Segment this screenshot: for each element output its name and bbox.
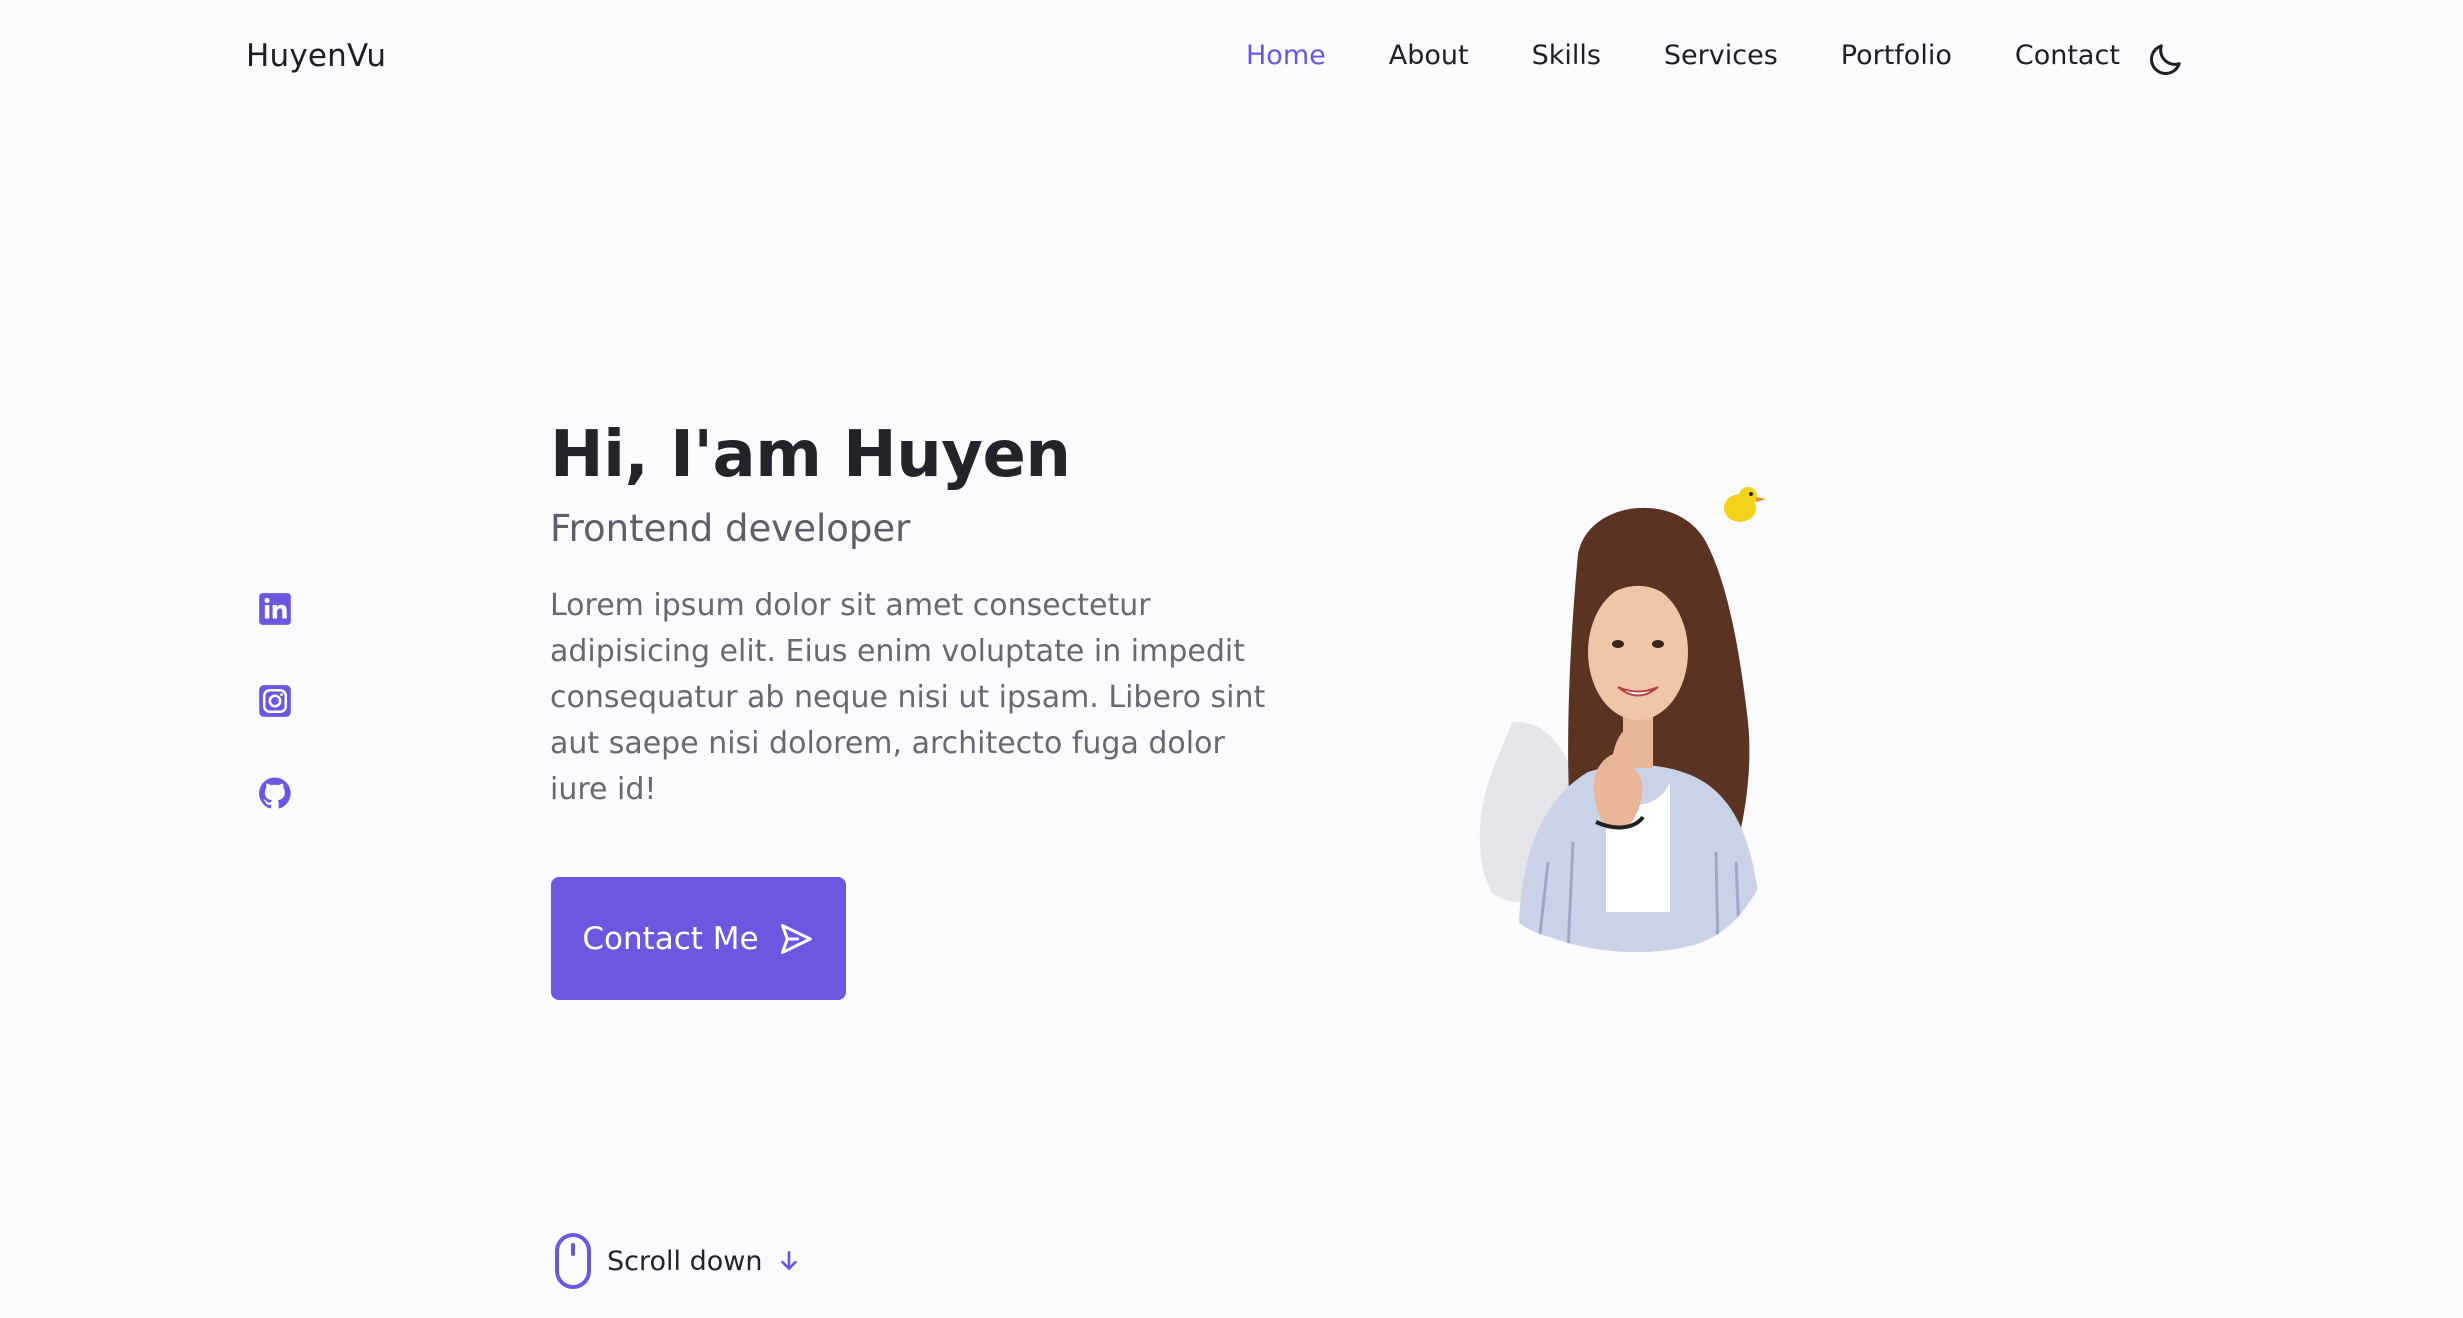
mouse-icon: [555, 1233, 591, 1289]
scroll-down-link[interactable]: Scroll down: [553, 1232, 802, 1290]
contact-me-label: Contact Me: [582, 920, 759, 957]
instagram-link[interactable]: [256, 682, 294, 720]
scroll-down-label: Scroll down: [607, 1245, 763, 1277]
contact-me-button[interactable]: Contact Me: [551, 877, 846, 1000]
moon-icon: [2150, 44, 2181, 75]
github-link[interactable]: [256, 774, 294, 812]
nav-link-portfolio[interactable]: Portfolio: [1841, 40, 1952, 71]
instagram-icon: [259, 685, 291, 717]
social-links: [256, 590, 294, 866]
main-nav: Home About Skills Services Portfolio Con…: [1246, 40, 2120, 71]
site-header: HuyenVu Home About Skills Services Portf…: [0, 0, 2463, 120]
hero-subtitle: Frontend developer: [550, 507, 911, 550]
github-icon: [259, 777, 291, 809]
nav-link-about[interactable]: About: [1389, 40, 1469, 71]
send-icon: [780, 923, 812, 954]
linkedin-link[interactable]: [256, 590, 294, 628]
nav-link-contact[interactable]: Contact: [2015, 40, 2120, 71]
hero-title: Hi, I'am Huyen: [550, 418, 1071, 492]
arrow-down-icon: [781, 1251, 798, 1270]
theme-toggle-button[interactable]: [2145, 40, 2185, 80]
nav-link-home[interactable]: Home: [1246, 40, 1326, 71]
hero-description: Lorem ipsum dolor sit amet consectetur a…: [550, 588, 1266, 807]
duck-sticker: [1724, 487, 1766, 522]
nav-link-services[interactable]: Services: [1664, 40, 1778, 71]
site-logo[interactable]: HuyenVu: [246, 38, 386, 74]
nav-link-skills[interactable]: Skills: [1532, 40, 1601, 71]
linkedin-icon: [259, 593, 291, 625]
profile-portrait: [1478, 482, 1798, 953]
